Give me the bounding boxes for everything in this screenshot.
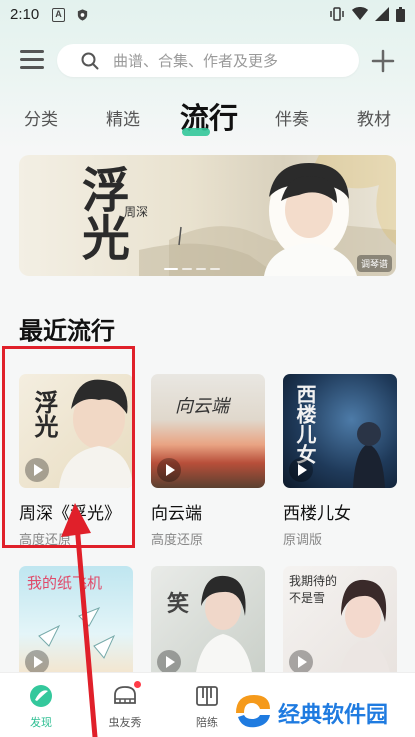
menu-icon-line — [20, 66, 44, 69]
tab-textbook[interactable]: 教材 — [357, 105, 391, 130]
cover-title-text: 我期待的不是雪 — [289, 574, 338, 605]
song-cover: 我的纸飞机 — [19, 566, 133, 680]
tab-accompaniment[interactable]: 伴奏 — [275, 105, 309, 130]
menu-icon-line — [20, 58, 44, 61]
song-title: 向云端 — [151, 504, 202, 524]
search-icon — [81, 52, 99, 69]
tab-featured[interactable]: 精选 — [106, 105, 140, 130]
song-card[interactable]: 向云端 向云端 高度还原 — [151, 374, 265, 548]
search-bar[interactable] — [57, 44, 359, 77]
song-card[interactable]: 我的纸飞机 — [19, 566, 133, 680]
song-card[interactable]: 笑 — [151, 566, 265, 680]
cover-title-text: 向云端 — [175, 396, 229, 417]
play-icon[interactable] — [25, 650, 49, 674]
nav-discover[interactable]: 发现 — [6, 673, 76, 737]
play-icon[interactable] — [157, 458, 181, 482]
play-icon[interactable] — [289, 458, 313, 482]
song-cover: 我期待的不是雪 — [283, 566, 397, 680]
pagination-dot — [182, 268, 192, 270]
song-cover: 西楼儿女 — [283, 374, 397, 488]
banner-artist: 周深 — [124, 205, 149, 219]
nav-label: 虫友秀 — [108, 716, 142, 729]
cover-title-text: 西楼儿女 — [293, 384, 317, 464]
nav-community[interactable]: 虫友秀 — [90, 673, 160, 737]
battery-icon — [396, 6, 405, 22]
tab-category[interactable]: 分类 — [24, 105, 58, 130]
vibrate-icon — [330, 7, 344, 21]
song-title: 西楼儿女 — [283, 504, 351, 524]
watermark: 经典软件园 — [232, 689, 407, 733]
add-icon[interactable] — [371, 49, 395, 73]
menu-button[interactable] — [20, 50, 44, 70]
banner-pagination — [164, 268, 220, 270]
highlight-box — [2, 346, 135, 548]
song-cover: 向云端 — [151, 374, 265, 488]
pagination-dot — [196, 268, 206, 270]
notification-a-icon: A — [52, 8, 65, 22]
keyboard-icon — [196, 686, 218, 706]
promo-banner[interactable]: 浮光 周深 调琴谱 — [19, 155, 396, 276]
watermark-logo-icon — [236, 695, 270, 728]
menu-icon-line — [20, 50, 44, 53]
song-subtitle: 高度还原 — [151, 533, 204, 548]
song-cover: 笑 — [151, 566, 265, 680]
banner-title: 浮光 — [73, 165, 129, 261]
pagination-dot — [164, 268, 178, 270]
shield-icon — [77, 9, 88, 21]
nav-label: 发现 — [30, 716, 52, 729]
discover-icon — [30, 685, 52, 707]
notification-dot — [134, 681, 141, 688]
status-time: 2:10 — [10, 6, 40, 23]
banner-badge: 调琴谱 — [356, 255, 392, 272]
signal-icon — [375, 7, 389, 21]
play-icon[interactable] — [157, 650, 181, 674]
section-title: 最近流行 — [19, 317, 115, 345]
active-tab-indicator — [182, 128, 210, 136]
song-card[interactable]: 西楼儿女 西楼儿女 原调版 — [283, 374, 397, 548]
play-icon[interactable] — [289, 650, 313, 674]
cover-title-text: 我的纸飞机 — [27, 574, 103, 592]
status-bar: 2:10 A — [0, 0, 415, 30]
song-subtitle: 原调版 — [283, 533, 323, 548]
pagination-dot — [210, 268, 220, 270]
search-input[interactable] — [113, 51, 333, 70]
watermark-text: 经典软件园 — [278, 703, 389, 728]
song-card[interactable]: 我期待的不是雪 — [283, 566, 397, 680]
wifi-icon — [352, 7, 368, 20]
cover-title-text: 笑 — [167, 591, 190, 617]
